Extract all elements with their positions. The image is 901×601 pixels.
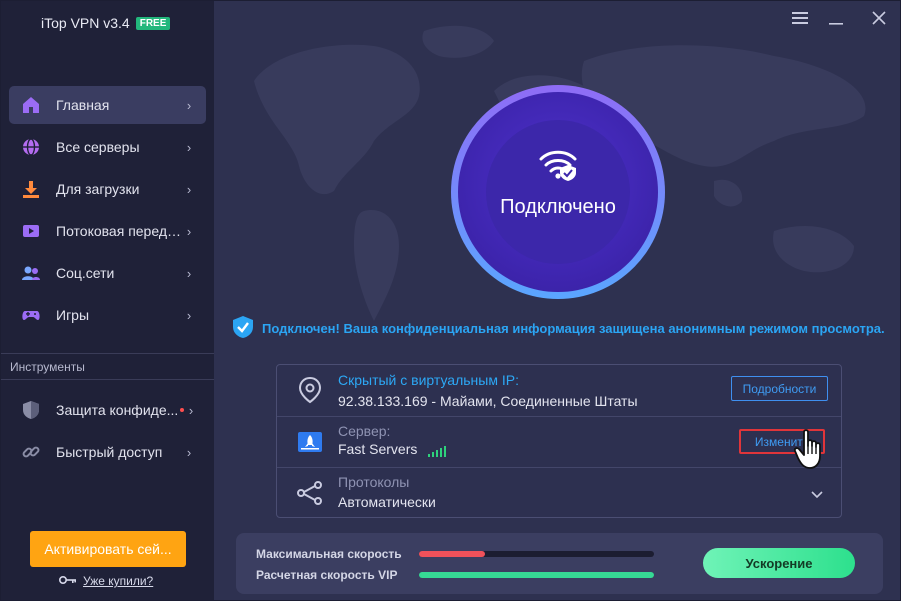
chevron-right-icon: › bbox=[186, 223, 192, 239]
sidebar-item-home[interactable]: Главная › bbox=[9, 86, 206, 124]
sidebar-item-privacy-protection[interactable]: Защита конфиде... › bbox=[9, 391, 206, 429]
gamepad-icon bbox=[20, 304, 42, 326]
share-nodes-icon bbox=[295, 478, 325, 508]
signal-strength-icon bbox=[428, 445, 446, 457]
chevron-right-icon: › bbox=[188, 402, 194, 418]
shield-check-icon bbox=[232, 315, 254, 342]
sidebar-item-label: Все серверы bbox=[56, 139, 140, 155]
close-icon[interactable] bbox=[866, 7, 892, 29]
server-row: Сервер: Fast Servers Изменить bbox=[277, 416, 841, 467]
sidebar-item-label: Для загрузки bbox=[56, 181, 140, 197]
sidebar-item-downloads[interactable]: Для загрузки › bbox=[9, 170, 206, 208]
users-icon bbox=[20, 262, 42, 284]
server-value: Fast Servers bbox=[338, 441, 418, 457]
chevron-down-icon[interactable] bbox=[811, 486, 823, 504]
location-pin-icon bbox=[295, 375, 325, 405]
chevron-right-icon: › bbox=[186, 265, 192, 281]
key-icon bbox=[58, 574, 77, 588]
chevron-right-icon: › bbox=[186, 139, 192, 155]
protocol-value: Автоматически bbox=[338, 494, 436, 510]
connection-message: Подключен! Ваша конфиденциальная информа… bbox=[232, 315, 885, 342]
app-title: iTop VPN v3.4 bbox=[41, 15, 130, 31]
boost-button[interactable]: Ускорение bbox=[703, 548, 855, 578]
brand: iTop VPN v3.4 FREE bbox=[41, 13, 171, 33]
chevron-right-icon: › bbox=[186, 97, 192, 113]
connect-button-inner: Подключено bbox=[458, 92, 658, 292]
connect-button-core bbox=[486, 120, 630, 264]
sidebar-item-streaming[interactable]: Потоковая переда... › bbox=[9, 212, 206, 250]
details-button[interactable]: Подробности bbox=[731, 376, 828, 401]
free-badge: FREE bbox=[135, 16, 171, 30]
link-icon bbox=[20, 441, 42, 463]
download-icon bbox=[20, 178, 42, 200]
sidebar-item-label: Главная bbox=[56, 97, 110, 113]
max-speed-label: Максимальная скорость bbox=[256, 547, 402, 561]
server-title: Сервер: bbox=[338, 423, 391, 439]
sidebar-item-all-servers[interactable]: Все серверы › bbox=[9, 128, 206, 166]
connection-status-label: Подключено bbox=[500, 196, 616, 218]
vip-speed-label: Расчетная скорость VIP bbox=[256, 568, 398, 582]
hand-cursor-icon bbox=[792, 428, 830, 477]
vip-speed-fill bbox=[419, 572, 654, 578]
sidebar-item-label: Игры bbox=[56, 307, 90, 323]
home-icon bbox=[20, 94, 42, 116]
sidebar-item-label: Соц.сети bbox=[56, 265, 115, 281]
sidebar-item-label: Потоковая переда... bbox=[56, 223, 182, 239]
ip-title: Скрытый с виртуальным IP: bbox=[338, 372, 519, 388]
already-bought-link[interactable]: Уже купили? bbox=[58, 574, 154, 588]
app-window: iTop VPN v3.4 FREE Главная › Все серверы… bbox=[0, 0, 901, 601]
sidebar-item-games[interactable]: Игры › bbox=[9, 296, 206, 334]
sidebar-item-quick-access[interactable]: Быстрый доступ › bbox=[9, 433, 206, 471]
server-rocket-icon bbox=[295, 427, 325, 457]
chevron-right-icon: › bbox=[186, 181, 192, 197]
connection-message-text: Подключен! Ваша конфиденциальная информа… bbox=[262, 321, 885, 336]
max-speed-bar bbox=[419, 551, 654, 557]
sidebar: iTop VPN v3.4 FREE Главная › Все серверы… bbox=[1, 1, 214, 600]
ip-value: 92.38.133.169 - Майами, Соединенные Штат… bbox=[338, 393, 638, 409]
protocol-row[interactable]: Протоколы Автоматически bbox=[277, 467, 841, 518]
notification-dot bbox=[180, 408, 184, 412]
connect-button[interactable]: Подключено bbox=[451, 85, 665, 299]
sidebar-item-label: Защита конфиде... bbox=[56, 402, 179, 418]
wifi-shield-icon bbox=[538, 147, 580, 188]
chevron-right-icon: › bbox=[186, 307, 192, 323]
chevron-right-icon: › bbox=[186, 444, 192, 460]
vip-speed-bar bbox=[419, 572, 654, 578]
ip-row: Скрытый с виртуальным IP: 92.38.133.169 … bbox=[277, 365, 841, 416]
already-bought-label: Уже купили? bbox=[83, 574, 154, 588]
shield-icon bbox=[20, 399, 42, 421]
minimize-icon[interactable] bbox=[823, 7, 849, 29]
max-speed-fill bbox=[419, 551, 485, 557]
tools-section-header: Инструменты bbox=[1, 353, 214, 380]
sidebar-item-social[interactable]: Соц.сети › bbox=[9, 254, 206, 292]
main-panel: Подключено Подключен! Ваша конфиденциаль… bbox=[214, 1, 900, 600]
activate-button[interactable]: Активировать сей... bbox=[30, 531, 186, 567]
sidebar-item-label: Быстрый доступ bbox=[56, 444, 163, 460]
globe-icon bbox=[20, 136, 42, 158]
menu-icon[interactable] bbox=[787, 7, 813, 29]
play-icon bbox=[20, 220, 42, 242]
connection-info-panel: Скрытый с виртуальным IP: 92.38.133.169 … bbox=[276, 364, 842, 518]
protocol-title: Протоколы bbox=[338, 474, 410, 490]
speed-panel: Максимальная скорость Расчетная скорость… bbox=[236, 533, 883, 594]
